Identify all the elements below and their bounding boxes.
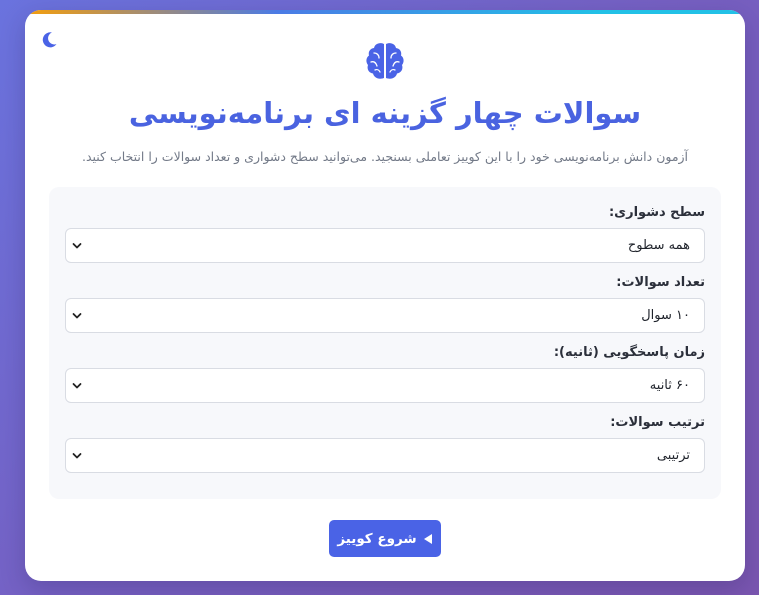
difficulty-value: همه سطوح bbox=[627, 238, 690, 253]
start-quiz-label: شروع کوییز bbox=[337, 530, 417, 547]
difficulty-select[interactable]: همه سطوح bbox=[65, 228, 705, 263]
question-order-select[interactable]: ترتیبی bbox=[65, 438, 705, 473]
question-order-field: ترتیب سوالات: ترتیبی bbox=[65, 414, 705, 473]
chevron-down-icon bbox=[72, 383, 82, 389]
difficulty-label: سطح دشواری: bbox=[608, 205, 705, 220]
start-quiz-button[interactable]: شروع کوییز bbox=[329, 520, 441, 557]
question-count-value: ۱۰ سوال bbox=[641, 308, 690, 323]
answer-time-value: ۶۰ ثانیه bbox=[649, 378, 690, 393]
answer-time-label: زمان پاسخگویی (ثانیه): bbox=[553, 345, 705, 360]
answer-time-select[interactable]: ۶۰ ثانیه bbox=[65, 368, 705, 403]
answer-time-field: زمان پاسخگویی (ثانیه): ۶۰ ثانیه bbox=[65, 344, 705, 403]
difficulty-field: سطح دشواری: همه سطوح bbox=[65, 204, 705, 263]
quiz-setup-card: سوالات چهار گزینه ای برنامه‌نویسی آزمون … bbox=[25, 10, 745, 581]
question-count-field: تعداد سوالات: ۱۰ سوال bbox=[65, 274, 705, 333]
chevron-down-icon bbox=[72, 243, 82, 249]
chevron-down-icon bbox=[72, 453, 82, 459]
question-order-label: ترتیب سوالات: bbox=[610, 415, 705, 430]
question-count-label: تعداد سوالات: bbox=[616, 275, 705, 290]
chevron-down-icon bbox=[72, 313, 82, 319]
question-count-select[interactable]: ۱۰ سوال bbox=[65, 298, 705, 333]
moon-icon[interactable] bbox=[39, 30, 59, 50]
page-title: سوالات چهار گزینه ای برنامه‌نویسی bbox=[128, 96, 642, 130]
settings-panel: سطح دشواری: همه سطوح تعداد سوالات: ۱۰ سو… bbox=[49, 187, 721, 499]
brain-icon bbox=[364, 40, 406, 82]
question-order-value: ترتیبی bbox=[656, 448, 690, 463]
top-accent-strip bbox=[25, 10, 745, 14]
page-subtitle: آزمون دانش برنامه‌نویسی خود را با این کو… bbox=[81, 149, 689, 164]
play-icon bbox=[423, 533, 432, 544]
